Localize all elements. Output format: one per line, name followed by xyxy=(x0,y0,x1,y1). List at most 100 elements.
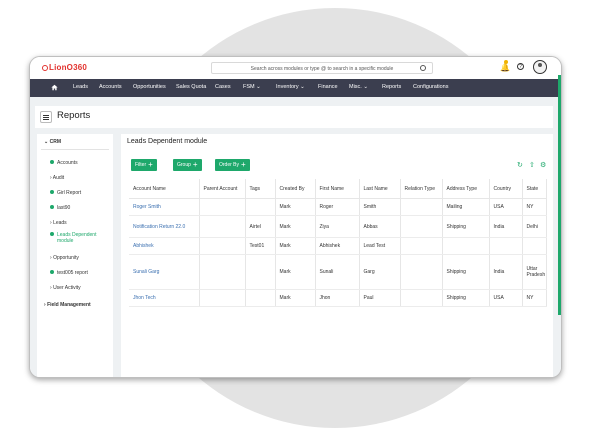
table-cell: Shipping xyxy=(442,254,490,290)
nav-fsm[interactable]: FSM ⌄ xyxy=(243,84,261,90)
top-bar: LionO360 Search across modules or type @… xyxy=(30,57,561,79)
page-header: Reports xyxy=(35,106,553,128)
main-nav: Leads Accounts Opportunities Sales Quota… xyxy=(30,79,561,97)
export-icon[interactable]: ⇧ xyxy=(529,161,535,169)
table-cell: Mark xyxy=(275,198,316,216)
order-by-button[interactable]: Order By + xyxy=(215,159,250,171)
nav-configurations[interactable]: Configurations xyxy=(413,84,448,90)
report-panel: Leads Dependent module Filter + Group + Or… xyxy=(121,134,553,377)
history-clock-icon[interactable] xyxy=(420,65,426,71)
table-cell: Test01 xyxy=(245,237,276,255)
menu-toggle-button[interactable] xyxy=(40,111,52,123)
notification-dot xyxy=(504,60,508,64)
table-cell xyxy=(199,237,246,255)
table-cell: Mark xyxy=(275,215,316,238)
table-row[interactable]: Roger Smith Mark Roger Smith Mailing USA NY xyxy=(129,198,548,216)
col-tags[interactable]: Tags xyxy=(245,179,276,199)
table-cell xyxy=(245,198,276,216)
chevron-down-icon: ⌄ xyxy=(254,84,261,90)
plus-icon: + xyxy=(192,160,198,169)
nav-opportunities[interactable]: Opportunities xyxy=(133,84,166,90)
sidebar-item-last90[interactable]: last90 xyxy=(50,205,70,211)
nav-reports[interactable]: Reports xyxy=(382,84,401,90)
account-name-link[interactable]: Sunali Garg xyxy=(129,254,200,290)
sidebar-item-leads-dependent[interactable]: Leads Dependent module xyxy=(50,232,96,244)
chevron-down-icon: ⌄ xyxy=(298,84,305,90)
filter-button[interactable]: Filter + xyxy=(131,159,157,171)
app-logo[interactable]: LionO360 xyxy=(42,63,87,72)
account-name-link[interactable]: Jhon Tech xyxy=(129,289,200,307)
col-created-by[interactable]: Created By xyxy=(275,179,316,199)
divider xyxy=(41,149,109,150)
nav-accounts[interactable]: Accounts xyxy=(99,84,122,90)
sidebar-item-leads[interactable]: › Leads xyxy=(50,220,67,226)
global-search-input[interactable]: Search across modules or type @ to searc… xyxy=(211,62,433,74)
table-row[interactable]: Sunali Garg Mark Sunali Garg Shipping India Ut… xyxy=(129,254,548,290)
home-icon[interactable] xyxy=(51,84,58,91)
report-title: Leads Dependent module xyxy=(127,138,208,145)
table-cell: Paul xyxy=(359,289,401,307)
sidebar-section-crm[interactable]: ⌄ CRM xyxy=(44,139,61,145)
table-cell xyxy=(400,289,443,307)
col-state[interactable]: State xyxy=(522,179,548,199)
report-dot-icon xyxy=(50,205,54,209)
table-cell: Ziya xyxy=(315,215,360,238)
table-cell: Delhi xyxy=(522,215,548,238)
table-cell xyxy=(245,254,276,290)
table-cell: Roger xyxy=(315,198,360,216)
table-cell: USA xyxy=(489,289,523,307)
col-country[interactable]: Country xyxy=(489,179,523,199)
col-address-type[interactable]: Address Type xyxy=(442,179,490,199)
table-cell xyxy=(442,237,490,255)
account-name-link[interactable]: Roger Smith xyxy=(129,198,200,216)
col-first-name[interactable]: First Name xyxy=(315,179,360,199)
group-button[interactable]: Group + xyxy=(173,159,202,171)
sidebar-item-opportunity[interactable]: › Opportunity xyxy=(50,255,79,261)
table-cell xyxy=(400,254,443,290)
nav-inventory[interactable]: Inventory ⌄ xyxy=(276,84,305,90)
table-cell: Abbas xyxy=(359,215,401,238)
plus-icon: + xyxy=(241,160,246,169)
accent-bar xyxy=(558,75,561,315)
sidebar-item-girl-report[interactable]: Girl Report xyxy=(50,190,81,196)
nav-cases[interactable]: Cases xyxy=(215,84,231,90)
sidebar-item-user-activity[interactable]: › User Activity xyxy=(50,285,81,291)
chevron-down-icon: ⌄ xyxy=(361,84,368,90)
sidebar-item-accounts[interactable]: Accounts xyxy=(50,160,78,166)
bell-icon[interactable]: 🔔 xyxy=(500,63,510,72)
nav-finance[interactable]: Finance xyxy=(318,84,338,90)
col-parent-account[interactable]: Parent Account xyxy=(199,179,246,199)
table-cell xyxy=(245,289,276,307)
col-last-name[interactable]: Last Name xyxy=(359,179,401,199)
table-cell: Sunali xyxy=(315,254,360,290)
sidebar-item-test005[interactable]: test005 report xyxy=(50,270,88,276)
account-name-link[interactable]: Notification Return 22.0 xyxy=(129,215,200,238)
table-cell: Shipping xyxy=(442,289,490,307)
table-cell: Smith xyxy=(359,198,401,216)
report-dot-icon xyxy=(50,270,54,274)
nav-sales-quota[interactable]: Sales Quota xyxy=(176,84,206,90)
table-cell: Mark xyxy=(275,237,316,255)
sidebar-section-field-management[interactable]: › Field Management xyxy=(44,302,91,308)
refresh-icon[interactable]: ↻ xyxy=(517,161,523,169)
account-name-link[interactable]: Abhishek xyxy=(129,237,200,255)
user-avatar[interactable] xyxy=(533,60,547,74)
table-cell: Lead Test xyxy=(359,237,401,255)
settings-icon[interactable]: ⚙ xyxy=(540,161,546,169)
lion-logo-icon xyxy=(42,65,48,71)
sidebar-item-audit[interactable]: › Audit xyxy=(50,175,64,181)
table-cell: Mark xyxy=(275,254,316,290)
col-relation-type[interactable]: Relation Type xyxy=(400,179,443,199)
col-account-name[interactable]: Account Name xyxy=(129,179,200,199)
table-row[interactable]: Abhishek Test01 Mark Abhishek Lead Test xyxy=(129,237,548,255)
table-row[interactable]: Jhon Tech Mark Jhon Paul Shipping USA NY xyxy=(129,289,548,307)
help-icon[interactable]: ? xyxy=(517,63,524,70)
table-cell: Abhishek xyxy=(315,237,360,255)
table-row[interactable]: Notification Return 22.0 Airtel Mark Ziya Ab… xyxy=(129,215,548,238)
report-table: Account Name Parent Account Tags Created… xyxy=(129,179,548,307)
nav-misc[interactable]: Misc. ⌄ xyxy=(349,84,368,90)
report-dot-icon xyxy=(50,232,54,236)
nav-leads[interactable]: Leads xyxy=(73,84,88,90)
table-cell: India xyxy=(489,254,523,290)
table-cell xyxy=(400,215,443,238)
